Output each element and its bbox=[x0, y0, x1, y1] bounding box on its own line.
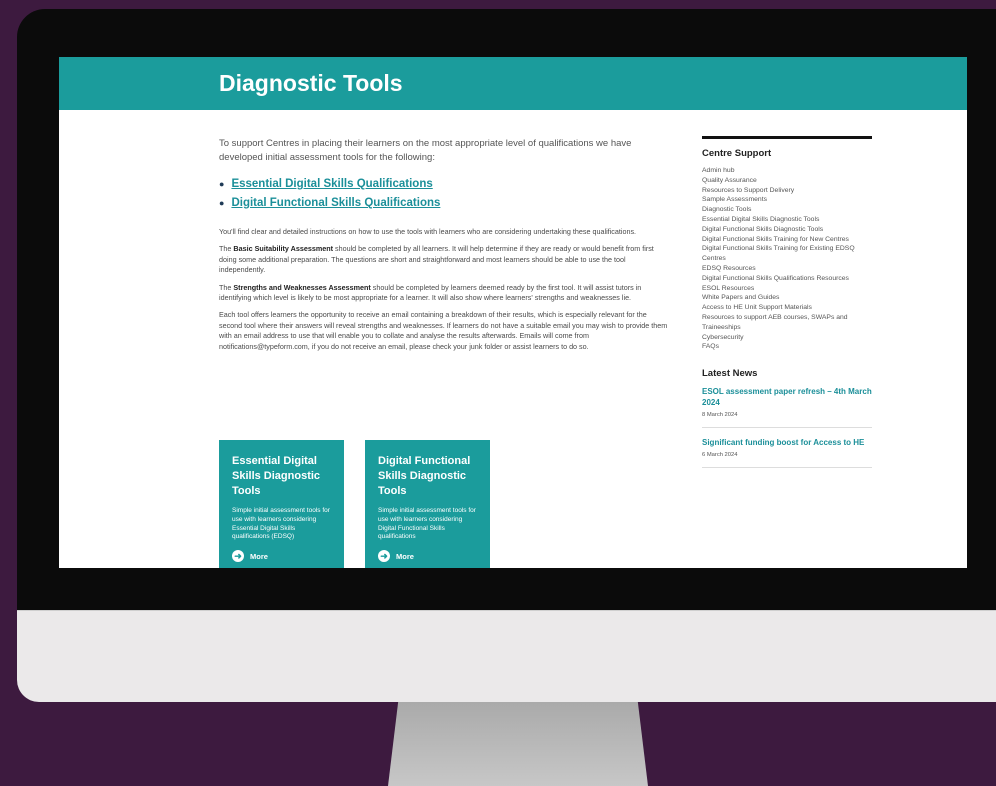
sidebar-item-esol-resources[interactable]: ESOL Resources bbox=[702, 284, 872, 294]
arrow-right-icon: ➜ bbox=[232, 550, 244, 563]
sidebar-item-quality-assurance[interactable]: Quality Assurance bbox=[702, 176, 872, 186]
card-description: Simple initial assessment tools for use … bbox=[378, 507, 476, 541]
card-description: Simple initial assessment tools for use … bbox=[232, 507, 330, 541]
more-label: More bbox=[396, 551, 414, 561]
paragraph-email: Each tool offers learners the opportunit… bbox=[219, 310, 668, 351]
bold-basic-suitability: Basic Suitability Assessment bbox=[233, 244, 333, 254]
qualification-links: ● Essential Digital Skills Qualifications… bbox=[219, 175, 669, 213]
link-digital-functional-skills[interactable]: Digital Functional Skills Qualifications bbox=[231, 197, 440, 209]
sidebar-item-admin-hub[interactable]: Admin hub bbox=[702, 166, 872, 176]
sidebar: Centre Support Admin hub Quality Assuran… bbox=[702, 136, 872, 477]
bullet-icon: ● bbox=[219, 198, 225, 208]
sidebar-item-aeb-resources[interactable]: Resources to support AEB courses, SWAPs … bbox=[702, 313, 872, 333]
sidebar-item-white-papers[interactable]: White Papers and Guides bbox=[702, 293, 872, 303]
sidebar-item-resources-delivery[interactable]: Resources to Support Delivery bbox=[702, 186, 872, 196]
sidebar-item-dfsq-resources[interactable]: Digital Functional Skills Qualifications… bbox=[702, 274, 872, 284]
card-digital-functional-skills[interactable]: Digital Functional Skills Diagnostic Too… bbox=[365, 440, 490, 568]
arrow-right-icon: ➜ bbox=[378, 550, 390, 563]
page-header: Diagnostic Tools bbox=[59, 57, 967, 110]
browser-screen: Diagnostic Tools To support Centres in p… bbox=[59, 57, 967, 568]
sidebar-heading: Centre Support bbox=[702, 148, 772, 159]
monitor-chin bbox=[17, 610, 996, 702]
monitor-stand bbox=[388, 700, 648, 786]
card-title: Essential Digital Skills Diagnostic Tool… bbox=[232, 455, 321, 497]
sidebar-item-sample-assessments[interactable]: Sample Assessments bbox=[702, 195, 872, 205]
sidebar-item-edsq-diagnostic[interactable]: Essential Digital Skills Diagnostic Tool… bbox=[702, 215, 872, 225]
bold-strengths-weaknesses: Strengths and Weaknesses Assessment bbox=[233, 282, 371, 292]
news-item: ESOL assessment paper refresh – 4th Marc… bbox=[702, 386, 872, 429]
card-title: Digital Functional Skills Diagnostic Too… bbox=[378, 455, 471, 497]
page-title: Diagnostic Tools bbox=[219, 70, 403, 96]
sidebar-nav: Admin hub Quality Assurance Resources to… bbox=[702, 166, 872, 352]
bullet-icon: ● bbox=[219, 179, 225, 189]
news-date: 8 March 2024 bbox=[702, 412, 738, 419]
list-item: ● Essential Digital Skills Qualifications bbox=[219, 175, 669, 194]
paragraph-instructions: You'll find clear and detailed instructi… bbox=[219, 227, 637, 236]
news-title-link[interactable]: ESOL assessment paper refresh – 4th Marc… bbox=[702, 386, 872, 408]
news-title-link[interactable]: Significant funding boost for Access to … bbox=[702, 437, 872, 448]
paragraph-strengths-weaknesses: The Strengths and Weaknesses Assessment … bbox=[219, 283, 669, 304]
sidebar-item-edsq-resources[interactable]: EDSQ Resources bbox=[702, 264, 872, 274]
sidebar-item-cybersecurity[interactable]: Cybersecurity bbox=[702, 333, 872, 343]
text-lead: The bbox=[219, 282, 234, 292]
main-content: To support Centres in placing their lear… bbox=[219, 137, 669, 359]
card-more-link[interactable]: ➜ More bbox=[232, 550, 332, 563]
sidebar-item-faqs[interactable]: FAQs bbox=[702, 342, 872, 352]
intro-text: To support Centres in placing their lear… bbox=[219, 138, 632, 163]
card-more-link[interactable]: ➜ More bbox=[378, 550, 478, 563]
sidebar-item-access-he[interactable]: Access to HE Unit Support Materials bbox=[702, 303, 872, 313]
text-lead: The bbox=[219, 244, 234, 254]
news-item: Significant funding boost for Access to … bbox=[702, 437, 872, 469]
sidebar-item-dfs-training-existing[interactable]: Digital Functional Skills Training for E… bbox=[702, 244, 872, 264]
news-date: 6 March 2024 bbox=[702, 452, 738, 459]
sidebar-item-diagnostic-tools[interactable]: Diagnostic Tools bbox=[702, 205, 872, 215]
link-essential-digital-skills[interactable]: Essential Digital Skills Qualifications bbox=[231, 178, 432, 190]
sidebar-item-dfs-training-new[interactable]: Digital Functional Skills Training for N… bbox=[702, 235, 872, 245]
list-item: ● Digital Functional Skills Qualification… bbox=[219, 194, 669, 213]
sidebar-item-dfs-diagnostic[interactable]: Digital Functional Skills Diagnostic Too… bbox=[702, 225, 872, 235]
news-heading: Latest News bbox=[702, 368, 758, 380]
chin-divider bbox=[17, 610, 996, 611]
more-label: More bbox=[250, 551, 268, 561]
sidebar-divider bbox=[702, 136, 872, 139]
paragraph-basic-suitability: The Basic Suitability Assessment should … bbox=[219, 244, 669, 275]
card-essential-digital-skills[interactable]: Essential Digital Skills Diagnostic Tool… bbox=[219, 440, 344, 568]
